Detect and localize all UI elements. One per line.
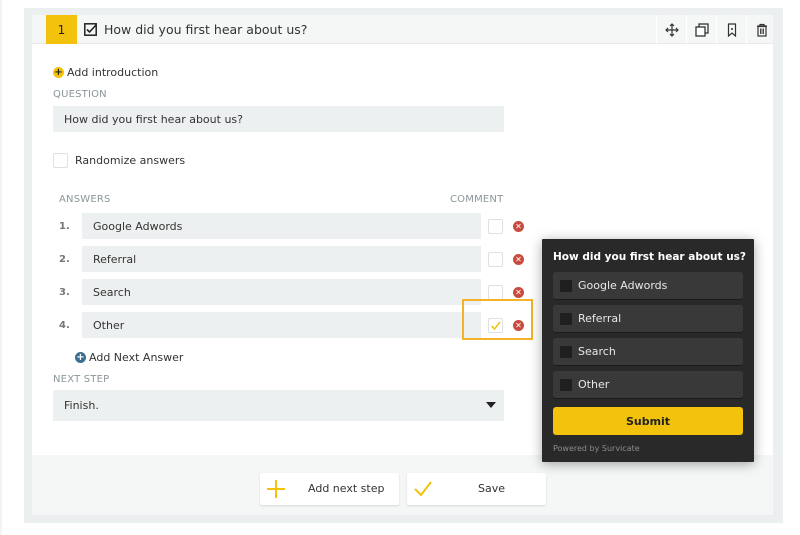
widget-option-label: Search — [578, 345, 616, 358]
survey-preview-widget: How did you first hear about us? Google … — [542, 239, 754, 462]
randomize-label: Randomize answers — [75, 154, 186, 167]
duplicate-button[interactable] — [686, 15, 716, 44]
caret-down-icon — [486, 402, 496, 408]
question-title: How did you first hear about us? — [104, 22, 308, 37]
comment-checkbox[interactable] — [488, 252, 503, 267]
duplicate-icon — [694, 22, 709, 37]
comment-checkbox[interactable] — [488, 285, 503, 300]
save-label: Save — [478, 482, 506, 495]
plus-circle-icon: + — [75, 351, 86, 363]
answer-input[interactable]: Search — [82, 279, 481, 305]
answer-input[interactable]: Google Adwords — [82, 213, 481, 239]
plus-circle-icon: + — [53, 66, 64, 78]
widget-option[interactable]: Referral — [553, 305, 743, 333]
widget-option-checkbox[interactable] — [560, 346, 572, 358]
card-footer: Add next step Save — [32, 455, 773, 515]
question-number-badge: 1 — [46, 15, 77, 44]
add-introduction-link[interactable]: + Add introduction — [53, 66, 158, 79]
comment-label: COMMENT — [450, 194, 504, 205]
answers-label: ANSWERS — [59, 194, 111, 205]
add-next-answer-label: Add Next Answer — [89, 351, 184, 364]
answer-number: 3. — [59, 287, 70, 298]
powered-by-link[interactable]: Powered by Survicate — [553, 444, 640, 453]
widget-option-checkbox[interactable] — [560, 313, 572, 325]
widget-question-title: How did you first hear about us? — [553, 251, 747, 263]
widget-option-label: Google Adwords — [578, 279, 668, 292]
checkmark-icon — [414, 481, 432, 497]
answer-number: 1. — [59, 221, 70, 232]
question-header: 1 How did you first hear about us? — [32, 15, 773, 44]
save-button[interactable]: Save — [407, 473, 546, 505]
widget-option-label: Referral — [578, 312, 622, 325]
widget-option-checkbox[interactable] — [560, 280, 572, 292]
question-input[interactable]: How did you first hear about us? — [53, 106, 504, 132]
next-step-value: Finish. — [64, 399, 99, 412]
add-next-step-label: Add next step — [308, 482, 385, 495]
answer-number: 2. — [59, 254, 70, 265]
widget-option-label: Other — [578, 378, 610, 391]
delete-question-button[interactable] — [746, 15, 776, 44]
next-step-select[interactable]: Finish. — [53, 390, 504, 421]
widget-option[interactable]: Google Adwords — [553, 272, 743, 300]
delete-answer-icon[interactable]: ✕ — [513, 254, 524, 265]
add-introduction-label: Add introduction — [67, 66, 159, 79]
move-button[interactable] — [656, 15, 686, 44]
answer-input[interactable]: Other — [82, 312, 481, 338]
answer-input[interactable]: Referral — [82, 246, 481, 272]
add-next-step-button[interactable]: Add next step — [260, 473, 399, 505]
left-edge — [0, 0, 2, 535]
widget-submit-button[interactable]: Submit — [553, 407, 743, 435]
question-label: QUESTION — [53, 89, 107, 100]
delete-answer-icon[interactable]: ✕ — [513, 221, 524, 232]
multiple-choice-icon — [84, 23, 97, 36]
add-next-answer-link[interactable]: + Add Next Answer — [75, 351, 183, 364]
trash-icon — [756, 23, 767, 37]
plus-icon — [267, 480, 285, 498]
move-icon — [664, 22, 679, 37]
widget-option[interactable]: Other — [553, 371, 743, 399]
bookmark-icon — [727, 22, 736, 37]
delete-answer-icon[interactable]: ✕ — [513, 287, 524, 298]
comment-checkbox[interactable] — [488, 219, 503, 234]
widget-option-checkbox[interactable] — [560, 379, 572, 391]
widget-option[interactable]: Search — [553, 338, 743, 366]
randomize-checkbox[interactable] — [53, 153, 68, 168]
bookmark-button[interactable] — [716, 15, 746, 44]
answer-number: 4. — [59, 320, 70, 331]
next-step-label: NEXT STEP — [53, 374, 110, 385]
comment-highlight-box — [462, 299, 533, 340]
